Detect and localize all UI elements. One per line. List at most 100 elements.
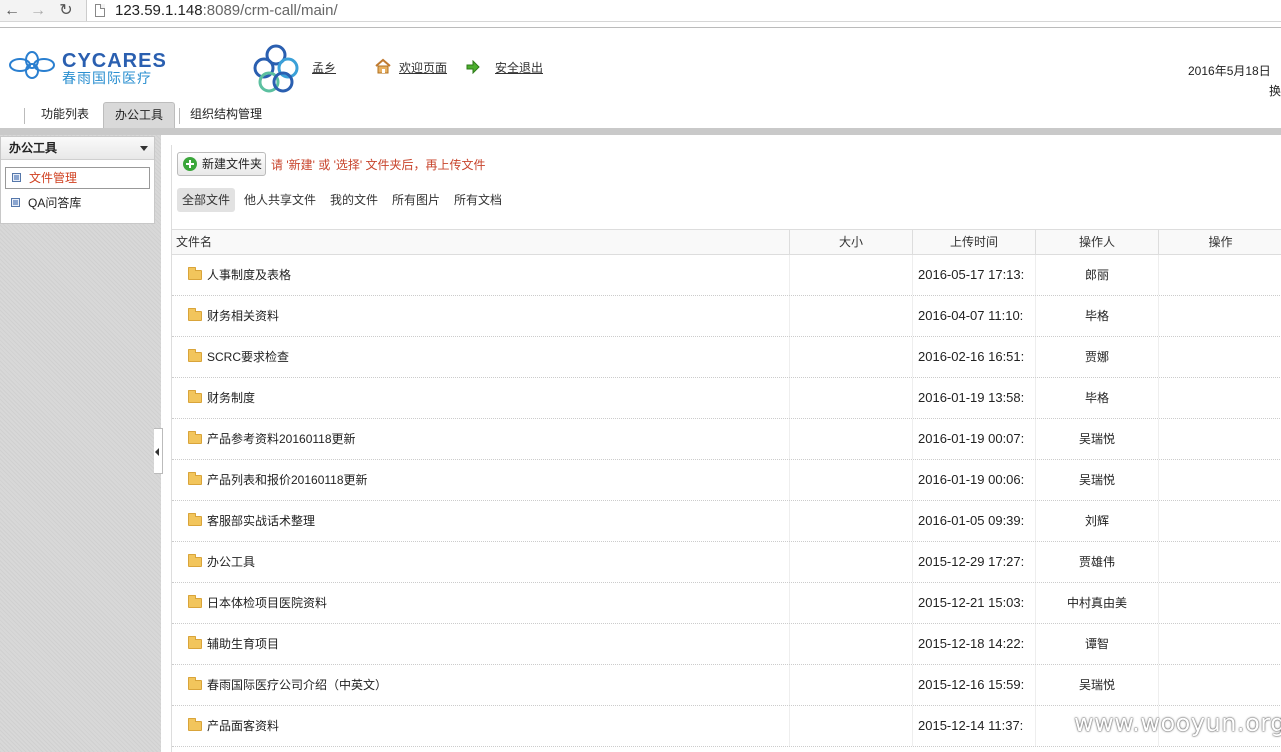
upload-time-cell: 2016-02-16 16:51:: [913, 337, 1036, 377]
file-name-text: 办公工具: [207, 555, 256, 569]
sidebar-title[interactable]: 办公工具: [1, 137, 154, 160]
file-name-text: 辅助生育项目: [207, 637, 280, 651]
operator-cell: 刘辉: [1036, 501, 1159, 541]
operator-cell: 郎丽: [1036, 255, 1159, 295]
address-bar[interactable]: 123.59.1.148:8089/crm-call/main/: [86, 0, 1281, 21]
browser-toolbar: ← → ↻ 123.59.1.148:8089/crm-call/main/: [0, 0, 1281, 22]
logout-link[interactable]: 安全退出: [495, 59, 543, 76]
operator-cell: 贾娜: [1036, 337, 1159, 377]
sidebar-item-label: 文件管理: [29, 171, 78, 185]
table-row[interactable]: SCRC要求检查 2016-02-16 16:51: 贾娜: [172, 337, 1281, 378]
sidebar-item-qa-library[interactable]: QA问答库: [5, 193, 150, 215]
switch-link[interactable]: 换: [1269, 82, 1281, 99]
col-header-operator[interactable]: 操作人: [1036, 230, 1159, 255]
file-size-cell: [790, 583, 913, 623]
file-name-text: 日本体检项目医院资料: [207, 596, 328, 610]
file-name-cell[interactable]: 人事制度及表格: [172, 255, 790, 295]
folder-icon: [188, 595, 202, 608]
user-name-link[interactable]: 孟乡: [312, 59, 336, 76]
file-size-cell: [790, 624, 913, 664]
upload-hint: 请 '新建' 或 '选择' 文件夹后，再上传文件: [271, 158, 486, 172]
filter-all-files[interactable]: 全部文件: [177, 188, 236, 212]
file-name-cell[interactable]: SCRC要求检查: [172, 337, 790, 377]
file-name-cell[interactable]: 春雨国际医疗公司介绍（中英文）: [172, 665, 790, 705]
actions-cell: [1159, 296, 1281, 336]
file-name-text: 产品参考资料20160118更新: [207, 432, 356, 446]
file-name-text: 财务制度: [207, 391, 256, 405]
table-row[interactable]: 春雨国际医疗公司介绍（中英文） 2015-12-16 15:59: 吴瑞悦: [172, 665, 1281, 706]
upload-time-cell: 2016-04-07 11:10:: [913, 296, 1036, 336]
filter-shared-files[interactable]: 他人共享文件: [239, 188, 321, 212]
sidebar-collapse-handle[interactable]: [154, 428, 163, 474]
file-name-cell[interactable]: 辅助生育项目: [172, 624, 790, 664]
folder-icon: [188, 308, 202, 321]
folder-icon: [188, 472, 202, 485]
operator-cell: 毕格: [1036, 296, 1159, 336]
table-row[interactable]: 人事制度及表格 2016-05-17 17:13: 郎丽: [172, 255, 1281, 296]
list-bullet-icon: [12, 173, 21, 182]
plus-icon: [183, 157, 197, 171]
back-arrow-icon[interactable]: ←: [2, 1, 22, 21]
file-name-cell[interactable]: 产品参考资料20160118更新: [172, 419, 790, 459]
folder-icon: [188, 718, 202, 731]
file-size-cell: [790, 706, 913, 746]
operator-cell: 吴瑞悦: [1036, 460, 1159, 500]
table-row[interactable]: 客服部实战话术整理 2016-01-05 09:39: 刘辉: [172, 501, 1281, 542]
col-header-size[interactable]: 大小: [790, 230, 913, 255]
current-date: 2016年5月18日: [1188, 64, 1271, 78]
tab-office-tools[interactable]: 办公工具: [103, 102, 175, 128]
file-size-cell: [790, 501, 913, 541]
table-row[interactable]: 财务制度 2016-01-19 13:58: 毕格: [172, 378, 1281, 419]
welcome-page-link[interactable]: 欢迎页面: [399, 59, 447, 76]
new-folder-label: 新建文件夹: [202, 157, 263, 171]
folder-icon: [188, 267, 202, 280]
actions-cell: [1159, 542, 1281, 582]
file-name-cell[interactable]: 产品面客资料: [172, 706, 790, 746]
table-row[interactable]: 办公工具 2015-12-29 17:27: 贾雄伟: [172, 542, 1281, 583]
caret-down-icon[interactable]: [140, 146, 148, 151]
tab-org-structure[interactable]: 组织结构管理: [184, 102, 268, 128]
table-row[interactable]: 财务相关资料 2016-04-07 11:10: 毕格: [172, 296, 1281, 337]
col-header-filename[interactable]: 文件名: [172, 230, 790, 255]
sidebar-item-label: QA问答库: [28, 196, 82, 210]
file-name-cell[interactable]: 客服部实战话术整理: [172, 501, 790, 541]
table-row[interactable]: 日本体检项目医院资料 2015-12-21 15:03: 中村真由美: [172, 583, 1281, 624]
page-icon: [95, 4, 105, 17]
avatar: [253, 44, 299, 93]
folder-icon: [188, 636, 202, 649]
url-path: :8089/crm-call/main/: [202, 2, 338, 19]
filter-all-images[interactable]: 所有图片: [387, 188, 445, 212]
upload-time-cell: 2015-12-14 11:37:: [913, 706, 1036, 746]
table-row[interactable]: 产品参考资料20160118更新 2016-01-19 00:07: 吴瑞悦: [172, 419, 1281, 460]
operator-cell: 中村真由美: [1036, 583, 1159, 623]
table-row[interactable]: 辅助生育项目 2015-12-18 14:22: 谭智: [172, 624, 1281, 665]
url-text: 123.59.1.148:8089/crm-call/main/: [115, 2, 338, 19]
filter-my-files[interactable]: 我的文件: [325, 188, 383, 212]
file-name-text: 财务相关资料: [207, 309, 280, 323]
file-size-cell: [790, 460, 913, 500]
upload-time-cell: 2015-12-29 17:27:: [913, 542, 1036, 582]
file-name-cell[interactable]: 日本体检项目医院资料: [172, 583, 790, 623]
actions-cell: [1159, 583, 1281, 623]
upload-time-cell: 2015-12-18 14:22:: [913, 624, 1036, 664]
tab-function-list[interactable]: 功能列表: [30, 102, 100, 128]
file-name-cell[interactable]: 财务制度: [172, 378, 790, 418]
file-size-cell: [790, 419, 913, 459]
file-name-cell[interactable]: 财务相关资料: [172, 296, 790, 336]
list-bullet-icon: [11, 198, 20, 207]
forward-arrow-icon[interactable]: →: [28, 1, 48, 21]
home-icon: [375, 58, 391, 74]
file-name-cell[interactable]: 产品列表和报价20160118更新: [172, 460, 790, 500]
table-row[interactable]: 产品列表和报价20160118更新 2016-01-19 00:06: 吴瑞悦: [172, 460, 1281, 501]
file-name-cell[interactable]: 办公工具: [172, 542, 790, 582]
folder-icon: [188, 431, 202, 444]
file-name-text: 产品列表和报价20160118更新: [207, 473, 368, 487]
sidebar-panel: 办公工具 文件管理 QA问答库: [0, 136, 155, 224]
col-header-actions: 操作: [1208, 235, 1233, 249]
sidebar-item-file-management[interactable]: 文件管理: [5, 167, 150, 189]
col-header-upload-time[interactable]: 上传时间: [913, 230, 1036, 255]
filter-all-documents[interactable]: 所有文档: [449, 188, 507, 212]
new-folder-button[interactable]: 新建文件夹: [177, 152, 266, 176]
main-tabs: 功能列表 办公工具 组织结构管理: [0, 102, 1281, 128]
reload-icon[interactable]: ↻: [56, 1, 76, 21]
